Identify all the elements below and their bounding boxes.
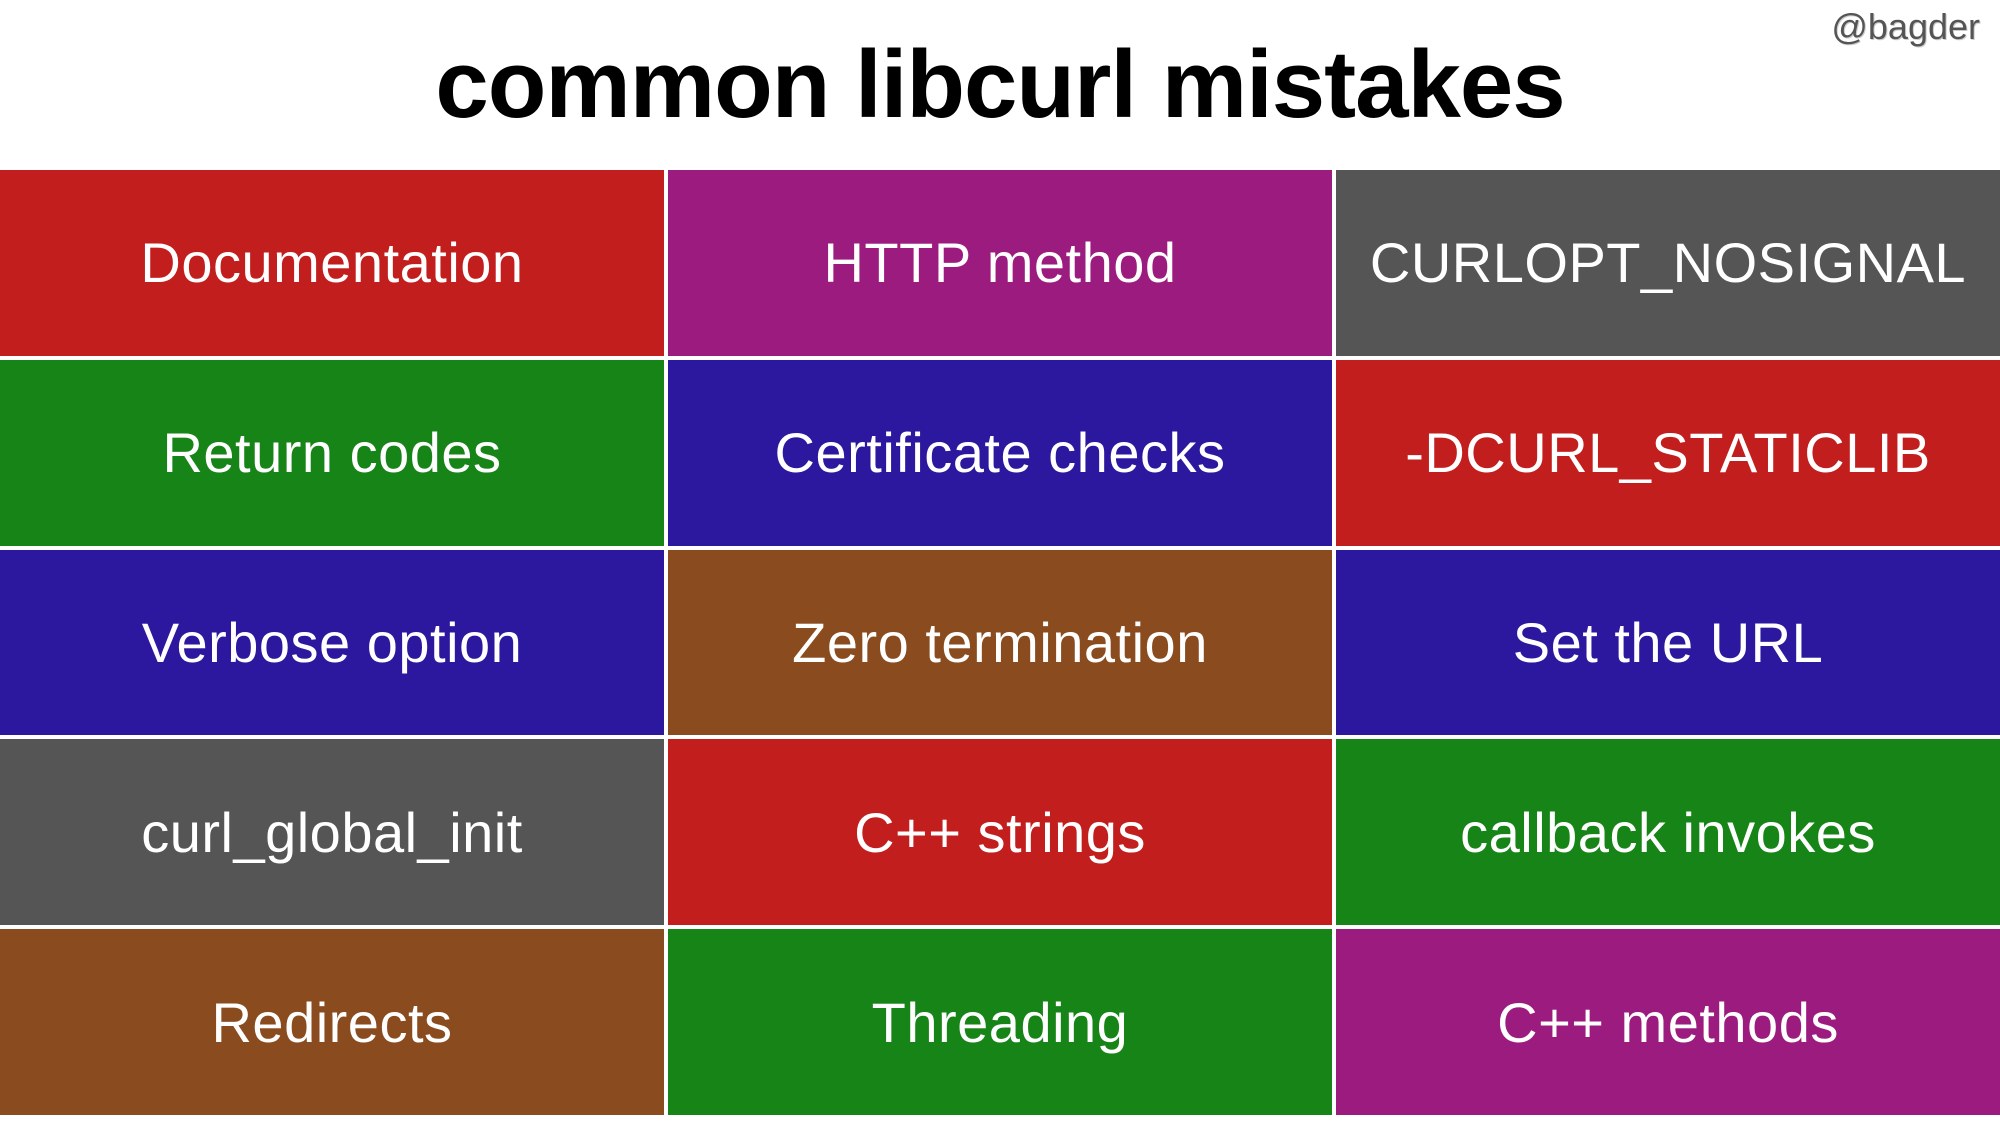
topic-cell: HTTP method (668, 170, 1332, 356)
topic-cell: Verbose option (0, 550, 664, 736)
topic-cell: curl_global_init (0, 739, 664, 925)
topic-cell: CURLOPT_NOSIGNAL (1336, 170, 2000, 356)
topic-cell: Certificate checks (668, 360, 1332, 546)
topics-grid: Documentation HTTP method CURLOPT_NOSIGN… (0, 170, 2000, 1115)
attribution-handle: @bagder (1831, 6, 1980, 48)
topic-cell: Zero termination (668, 550, 1332, 736)
slide: @bagder common libcurl mistakes Document… (0, 0, 2000, 1125)
topic-cell: Threading (668, 929, 1332, 1115)
topic-cell: C++ strings (668, 739, 1332, 925)
topic-cell: Set the URL (1336, 550, 2000, 736)
topic-cell: C++ methods (1336, 929, 2000, 1115)
slide-title: common libcurl mistakes (0, 0, 2000, 170)
topic-cell: callback invokes (1336, 739, 2000, 925)
topic-cell: Documentation (0, 170, 664, 356)
topic-cell: Return codes (0, 360, 664, 546)
topic-cell: Redirects (0, 929, 664, 1115)
topic-cell: -DCURL_STATICLIB (1336, 360, 2000, 546)
